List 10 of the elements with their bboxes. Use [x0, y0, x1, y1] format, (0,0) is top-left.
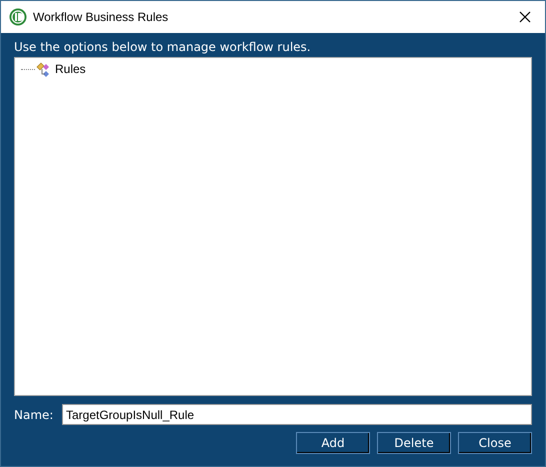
dialog-button[interactable]: Add — [296, 432, 370, 454]
dialog-button[interactable]: Close — [458, 432, 532, 454]
name-label: Name: — [14, 406, 54, 424]
rules-icon — [36, 61, 52, 77]
tree-item[interactable]: Rules — [55, 60, 86, 78]
instructions-text: Use the options below to manage workflow rules. — [14, 39, 312, 55]
window-title: Workflow Business Rules — [33, 9, 168, 26]
name-field[interactable]: TargetGroupIsNull_Rule — [62, 404, 532, 425]
app-logo-icon — [9, 8, 27, 26]
dialog-button[interactable]: Delete — [377, 432, 451, 454]
